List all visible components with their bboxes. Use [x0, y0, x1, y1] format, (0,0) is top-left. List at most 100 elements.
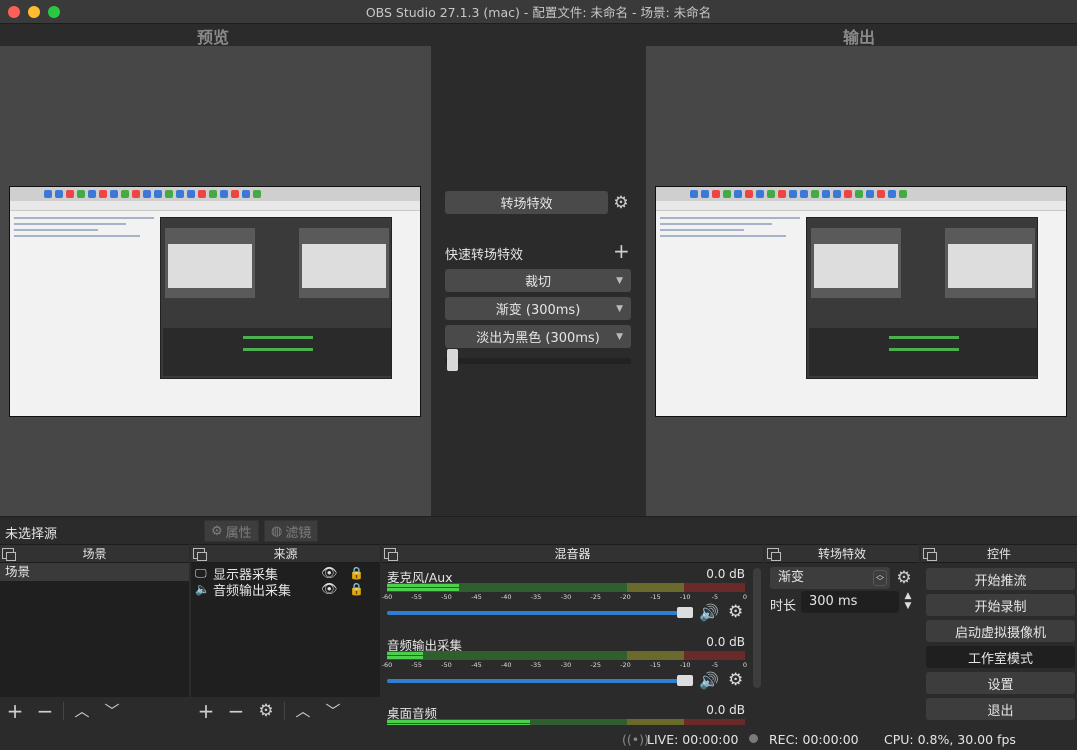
volume-slider[interactable]: [387, 611, 691, 615]
controls-title: 控件: [986, 547, 1011, 561]
sources-list: 🖵 显示器采集 👁 🔒 🔈 音频输出采集 👁 🔒: [191, 563, 380, 697]
channel-settings-gear-icon[interactable]: ⚙: [728, 670, 743, 690]
meter-tick-label: -35: [530, 661, 542, 669]
chevron-down-icon: ▼: [616, 303, 623, 314]
sources-dock: 来源 🖵 显示器采集 👁 🔒 🔈 音频输出采集 👁 🔒 + − ⚙ ︿ ﹀: [191, 544, 380, 725]
mixer-channel-db: 0.0 dB: [706, 703, 745, 717]
start-virtual-camera-button[interactable]: 启动虚拟摄像机: [926, 620, 1075, 642]
meter-tick-label: -10: [679, 661, 691, 669]
source-item-audio-output[interactable]: 🔈 音频输出采集 👁 🔒: [191, 581, 380, 599]
transition-slider-thumb[interactable]: [447, 349, 458, 371]
meter-tick-label: -35: [530, 593, 542, 601]
visibility-eye-icon[interactable]: 👁: [321, 582, 338, 597]
undock-icon[interactable]: [384, 548, 398, 561]
quick-transition-fade[interactable]: 渐变 (300ms) ▼: [445, 297, 631, 320]
volume-slider-thumb[interactable]: [677, 675, 693, 686]
meter-tick-label: -30: [560, 593, 572, 601]
move-scene-up-icon[interactable]: ︿: [67, 701, 97, 721]
move-scene-down-icon[interactable]: ﹀: [97, 701, 127, 721]
move-source-down-icon[interactable]: ﹀: [318, 701, 348, 721]
title-bar: OBS Studio 27.1.3 (mac) - 配置文件: 未命名 - 场景…: [0, 0, 1077, 24]
lock-icon[interactable]: 🔒: [349, 566, 364, 580]
meter-tick-label: -60: [381, 661, 393, 669]
mixer-title: 混音器: [554, 547, 591, 561]
meter-tick-label: -5: [711, 661, 719, 669]
status-bar: ((•)) LIVE: 00:00:00 REC: 00:00:00 CPU: …: [0, 725, 1077, 750]
move-source-up-icon[interactable]: ︿: [288, 701, 318, 721]
duration-input[interactable]: 300 ms: [801, 591, 899, 613]
speaker-mute-icon[interactable]: 🔊: [699, 603, 719, 622]
filter-icon: ◍: [271, 523, 283, 539]
source-toolbar: 未选择源 ⚙ 属性 ◍ 滤镜: [0, 516, 1077, 544]
meter-level-left: [387, 584, 459, 587]
speaker-icon: 🔈: [195, 582, 210, 596]
controls-dock: 控件 开始推流 开始录制 启动虚拟摄像机 工作室模式 设置 退出: [921, 544, 1077, 725]
add-scene-plus-icon[interactable]: +: [0, 701, 30, 721]
transitions-title: 转场特效: [817, 547, 866, 561]
transition-bar-slider[interactable]: [445, 349, 631, 371]
lock-icon[interactable]: 🔒: [349, 582, 364, 596]
volume-meter: [387, 651, 745, 660]
close-window-button[interactable]: [8, 6, 20, 18]
start-streaming-button[interactable]: 开始推流: [926, 568, 1075, 590]
meter-ticks: -60-55-50-45-40-35-30-25-20-15-10-50: [382, 661, 748, 670]
visibility-eye-icon[interactable]: 👁: [321, 566, 338, 581]
meter-tick-label: 0: [742, 593, 748, 601]
studio-mode-button[interactable]: 工作室模式: [926, 646, 1075, 668]
undock-icon[interactable]: [767, 548, 781, 561]
transition-properties-gear-icon[interactable]: ⚙: [895, 569, 913, 587]
duration-spinner-icon[interactable]: ▲ ▼: [902, 591, 914, 613]
volume-slider-thumb[interactable]: [677, 607, 693, 618]
meter-level-left: [387, 720, 531, 723]
volume-slider[interactable]: [387, 679, 691, 683]
speaker-mute-icon[interactable]: 🔊: [699, 671, 719, 690]
updown-chevron-icon: ︿ ﹀: [873, 570, 887, 586]
window-controls: [8, 6, 60, 18]
meter-tick-label: -25: [590, 593, 602, 601]
rec-status: REC: 00:00:00: [769, 732, 859, 747]
properties-button[interactable]: ⚙ 属性: [204, 520, 259, 542]
meter-tick-label: -55: [411, 661, 423, 669]
start-recording-button[interactable]: 开始录制: [926, 594, 1075, 616]
mixer-scrollbar[interactable]: [753, 568, 761, 688]
meter-ticks: -60-55-50-45-40-35-30-25-20-15-10-50: [382, 593, 748, 602]
mixer-channel: 音频输出采集 0.0 dB -60 -55 -50 -45 -40 -35 -30 -25 -20-…: [382, 633, 748, 699]
undock-icon[interactable]: [193, 548, 207, 561]
source-properties-gear-icon[interactable]: ⚙: [251, 701, 281, 721]
meter-tick-label: -50: [441, 661, 452, 669]
rec-indicator-icon: [749, 734, 758, 743]
transition-settings-gear-icon[interactable]: ⚙: [612, 194, 630, 212]
meter-tick-label: 0: [742, 661, 748, 669]
quick-transition-cut[interactable]: 裁切 ▼: [445, 269, 631, 292]
preview-pane[interactable]: [0, 46, 431, 516]
exit-button[interactable]: 退出: [926, 698, 1075, 720]
meter-tick-label: -5: [711, 593, 719, 601]
scene-item[interactable]: 场景: [0, 563, 189, 581]
mixer-channel: 麦克风/Aux 0.0 dB -60 -55 -50 -45 -40 -35 -30 -25 -20…: [382, 565, 748, 631]
meter-tick-label: -30: [560, 661, 572, 669]
quick-transition-fade-to-black[interactable]: 淡出为黑色 (300ms) ▼: [445, 325, 631, 348]
transition-panel: 转场特效 ⚙ 快速转场特效 + 裁切 ▼ 渐变 (300ms) ▼ 淡出为黑色 (3…: [431, 46, 646, 516]
maximize-window-button[interactable]: [48, 6, 60, 18]
add-quick-transition-plus-icon[interactable]: +: [613, 241, 630, 261]
undock-icon[interactable]: [923, 548, 937, 561]
settings-button[interactable]: 设置: [926, 672, 1075, 694]
meter-tick-label: -40: [500, 661, 512, 669]
preview-screen-capture: [9, 186, 421, 417]
remove-scene-minus-icon[interactable]: −: [30, 701, 60, 721]
minimize-window-button[interactable]: [28, 6, 40, 18]
duration-label: 时长: [770, 599, 797, 614]
meter-tick-label: -20: [620, 593, 631, 601]
docks-area: 场景 场景 + − ︿ ﹀ 来源 🖵 显示器采集 👁 🔒 🔈 音频输出采集 👁: [0, 544, 1077, 737]
live-status: LIVE: 00:00:00: [647, 732, 739, 747]
program-screen-capture: [655, 186, 1067, 417]
transition-select[interactable]: 渐变 ︿ ﹀: [770, 567, 890, 589]
add-source-plus-icon[interactable]: +: [191, 701, 221, 721]
scenes-dock: 场景 场景 + − ︿ ﹀: [0, 544, 189, 725]
filters-button[interactable]: ◍ 滤镜: [264, 520, 319, 542]
transition-button[interactable]: 转场特效: [445, 191, 608, 214]
channel-settings-gear-icon[interactable]: ⚙: [728, 602, 743, 622]
remove-source-minus-icon[interactable]: −: [221, 701, 251, 721]
program-pane: [646, 46, 1077, 516]
undock-icon[interactable]: [2, 548, 16, 561]
